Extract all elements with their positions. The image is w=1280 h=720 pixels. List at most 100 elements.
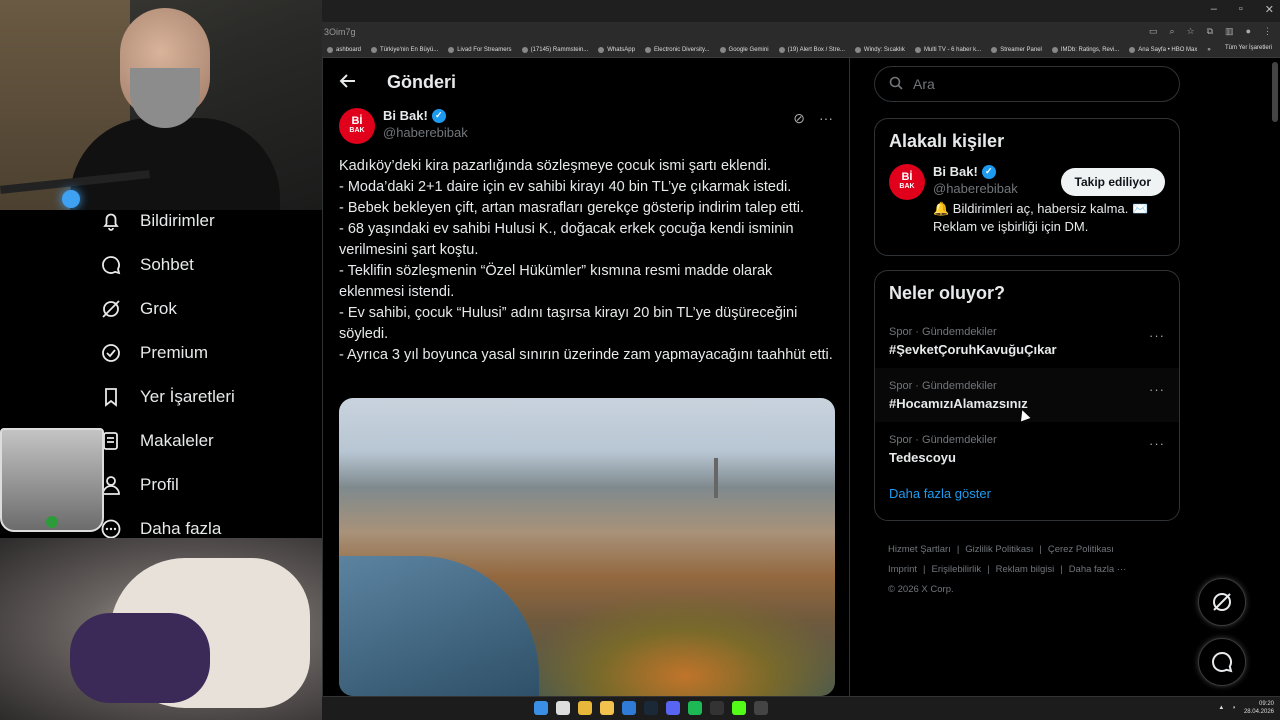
search-input[interactable]: Ara <box>874 66 1180 102</box>
post-author[interactable]: Bİ BAK Bi Bak! ✓ @haberebibak <box>339 108 468 144</box>
footer-link[interactable]: Imprint <box>888 564 917 575</box>
more-options-icon[interactable]: ··· <box>1149 436 1165 451</box>
footer-link[interactable]: Reklam bilgisi <box>996 564 1055 575</box>
volume-icon[interactable]: ◗ <box>1232 705 1236 711</box>
nav-item-premium[interactable]: Premium <box>100 342 208 364</box>
trend-item[interactable]: Spor · Gündemdekiler Tedescoyu ··· <box>875 422 1179 476</box>
app-icon[interactable] <box>622 701 636 715</box>
footer-link[interactable]: Erişilebilirlik <box>932 564 982 575</box>
bookmark-item[interactable]: IMDb: Ratings, Revi... <box>1047 46 1124 53</box>
star-icon[interactable]: ☆ <box>1187 26 1195 37</box>
bookmark-icon <box>100 386 122 408</box>
related-user-bio: 🔔 Bildirimleri aç, habersiz kalma. ✉️ Re… <box>933 201 1149 234</box>
bookmark-item[interactable]: Multi TV - 6 haber k... <box>910 46 986 53</box>
bookmark-label: Electronic Diversity... <box>653 46 710 53</box>
webcam-dog <box>0 538 322 720</box>
back-arrow-icon[interactable] <box>339 72 359 92</box>
all-bookmarks-folder[interactable]: Tüm Yer İşaretleri <box>1225 45 1272 51</box>
extensions-icon[interactable]: ⧉ <box>1207 26 1213 37</box>
avatar[interactable]: Bİ BAK <box>339 108 375 144</box>
messages-fab-button[interactable] <box>1198 638 1246 686</box>
bookmark-item[interactable]: ashboard <box>322 46 366 53</box>
network-icon[interactable]: ▲ <box>1218 705 1224 711</box>
steam-icon[interactable] <box>644 701 658 715</box>
discord-icon[interactable] <box>666 701 680 715</box>
footer-link[interactable]: Çerez Politikası <box>1048 544 1114 555</box>
chrome-icon[interactable] <box>578 701 592 715</box>
footer-separator: | <box>923 564 926 575</box>
nav-item-sohbet[interactable]: Sohbet <box>100 254 194 276</box>
clock[interactable]: 09:20 28.04.2026 <box>1244 700 1274 716</box>
related-user-name[interactable]: Bi Bak! <box>933 164 978 179</box>
profile-icon[interactable]: ● <box>1246 26 1251 37</box>
sidebar-icon[interactable]: ▥ <box>1225 26 1234 37</box>
bookmark-item[interactable]: WhatsApp <box>593 46 640 53</box>
trend-category: Spor · Gündemdekiler <box>889 325 997 338</box>
grok-icon[interactable]: ⊘ <box>793 110 805 127</box>
verified-badge-icon: ✓ <box>981 164 996 179</box>
maximize-icon[interactable]: ▫ <box>1239 3 1243 16</box>
bookmark-item[interactable]: Ana Sayfa • HBO Max <box>1124 46 1202 53</box>
bookmark-item[interactable]: Windy: Sıcaklık <box>850 46 910 53</box>
more-options-icon[interactable]: ··· <box>1149 382 1165 397</box>
zoom-icon[interactable]: ⌕ <box>1169 26 1174 37</box>
nav-item-makaleler[interactable]: Makaleler <box>100 430 214 452</box>
epic-icon[interactable] <box>710 701 724 715</box>
grok-fab-button[interactable] <box>1198 578 1246 626</box>
bookmark-label: Türkiye'nin En Büyü... <box>380 46 439 53</box>
webcam-streamer <box>0 0 322 210</box>
menu-icon[interactable]: ⋮ <box>1263 26 1272 37</box>
close-icon[interactable]: ✕ <box>1265 3 1274 16</box>
minimize-icon[interactable]: – <box>1211 3 1217 16</box>
bookmark-item[interactable]: Livad For Streamers <box>443 46 516 53</box>
footer-link[interactable]: Gizlilik Politikası <box>965 544 1033 555</box>
post-image[interactable] <box>339 398 835 696</box>
bookmark-label: WhatsApp <box>607 46 635 53</box>
related-user[interactable]: Bİ BAK Bi Bak! ✓ @haberebibak 🔔 Bildirimle… <box>875 152 1179 248</box>
kick-icon[interactable] <box>732 701 746 715</box>
nav-item-bildirimler[interactable]: Bildirimler <box>100 210 215 232</box>
avatar[interactable]: Bİ BAK <box>889 164 925 200</box>
windows-start-icon[interactable] <box>534 701 548 715</box>
nav-item-profil[interactable]: Profil <box>100 474 179 496</box>
author-handle[interactable]: @haberebibak <box>383 125 468 140</box>
trend-item[interactable]: Spor · Gündemdekiler #ŞevketÇoruhKavuğuÇı… <box>875 314 1179 368</box>
search-placeholder: Ara <box>913 76 935 92</box>
search-icon[interactable] <box>556 701 570 715</box>
trend-category: Spor · Gündemdekiler <box>889 379 997 392</box>
post-header: Gönderi <box>323 58 849 108</box>
bookmark-label: Google Gemini <box>728 46 769 53</box>
scrollbar[interactable] <box>1272 62 1278 122</box>
verified-badge-icon: ✓ <box>431 108 446 123</box>
bookmark-item[interactable]: Electronic Diversity... <box>640 46 715 53</box>
bookmark-item[interactable]: Google Gemini <box>715 46 774 53</box>
nav-item-yer-i̇şaretleri[interactable]: Yer İşaretleri <box>100 386 235 408</box>
spotify-icon[interactable] <box>688 701 702 715</box>
bookmarks-overflow-button[interactable]: » <box>1202 47 1215 53</box>
post-actions: ⊘ ··· <box>793 110 833 127</box>
bookmark-item[interactable]: (17145) Rammstein... <box>517 46 594 53</box>
show-more-link[interactable]: Daha fazla göster <box>875 476 1179 515</box>
more-options-icon[interactable]: ··· <box>1149 328 1165 343</box>
following-button[interactable]: Takip ediliyor <box>1060 168 1165 196</box>
nav-item-grok[interactable]: Grok <box>100 298 177 320</box>
glass-image <box>0 428 104 532</box>
author-name[interactable]: Bi Bak! <box>383 108 428 123</box>
more-options-icon[interactable]: ··· <box>819 110 833 127</box>
trend-tag: Tedescoyu <box>889 449 956 465</box>
address-bar[interactable]: 3Oim7g ▭ ⌕ ☆ ⧉ ▥ ● ⋮ <box>322 22 1280 42</box>
footer-link[interactable]: Hizmet Şartları <box>888 544 951 555</box>
trend-tag: #ŞevketÇoruhKavuğuÇıkar <box>889 341 1057 357</box>
folder-icon[interactable] <box>600 701 614 715</box>
bookmark-favicon-icon <box>521 46 528 53</box>
cast-icon[interactable]: ▭ <box>1149 26 1158 37</box>
bookmark-item[interactable]: Streamer Panel <box>986 46 1047 53</box>
bookmark-item[interactable]: Türkiye'nin En Büyü... <box>366 46 443 53</box>
related-people-card: Alakalı kişiler Bİ BAK Bi Bak! ✓ @haberebi… <box>874 118 1180 256</box>
app-icon[interactable] <box>754 701 768 715</box>
footer-link[interactable]: Daha fazla ··· <box>1069 564 1127 575</box>
nav-item-daha-fazla[interactable]: Daha fazla <box>100 518 221 540</box>
address-text: 3Oim7g <box>324 27 356 37</box>
bookmark-item[interactable]: (19) Alert Box / Stre... <box>774 46 850 53</box>
bookmark-favicon-icon <box>991 46 998 53</box>
